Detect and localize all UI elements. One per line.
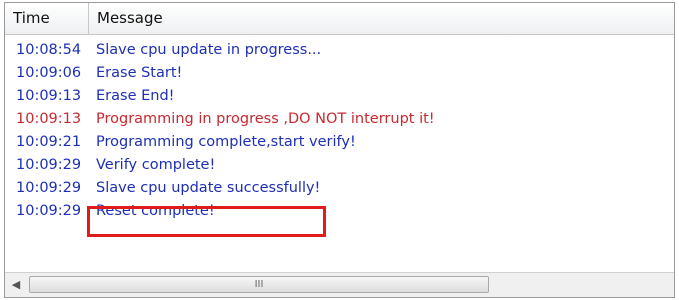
log-row-time: 10:09:06 [16, 65, 82, 81]
log-row-warning[interactable]: 10:09:13 Programming in progress ,DO NOT… [5, 108, 674, 131]
log-row[interactable]: 10:08:54 Slave cpu update in progress... [5, 39, 674, 62]
log-row[interactable]: 10:09:13 Erase End! [5, 85, 674, 108]
log-row-time: 10:09:29 [16, 180, 82, 196]
message-log-panel: Time Message 10:08:54 Slave cpu update i… [4, 2, 675, 298]
log-row-time: 10:09:13 [16, 88, 82, 104]
log-row-time: 10:09:13 [16, 111, 82, 127]
grip-icon: III [254, 279, 264, 290]
log-header: Time Message [5, 3, 674, 35]
log-rows: 10:08:54 Slave cpu update in progress...… [5, 39, 674, 223]
log-row[interactable]: 10:09:29 Reset complete! [5, 200, 674, 223]
log-row-message: Reset complete! [96, 203, 215, 219]
log-row-message: Slave cpu update successfully! [96, 180, 321, 196]
horizontal-scrollbar[interactable]: ◀ III [5, 272, 674, 297]
log-row[interactable]: 10:09:06 Erase Start! [5, 62, 674, 85]
log-row-time: 10:09:29 [16, 157, 82, 173]
log-row-message: Programming complete,start verify! [96, 134, 356, 150]
log-row-message: Slave cpu update in progress... [96, 42, 322, 58]
log-row[interactable]: 10:09:21 Programming complete,start veri… [5, 131, 674, 154]
log-row-time: 10:09:29 [16, 203, 82, 219]
log-row-message: Programming in progress ,DO NOT interrup… [96, 111, 435, 127]
log-row-message: Verify complete! [96, 157, 216, 173]
chevron-left-icon[interactable]: ◀ [7, 276, 25, 294]
column-header-message[interactable]: Message [89, 3, 674, 34]
log-row-highlighted[interactable]: 10:09:29 Slave cpu update successfully! [5, 177, 674, 200]
scrollbar-thumb[interactable]: III [29, 276, 489, 293]
log-row[interactable]: 10:09:29 Verify complete! [5, 154, 674, 177]
log-row-message: Erase Start! [96, 65, 183, 81]
log-row-time: 10:08:54 [16, 42, 82, 58]
log-row-time: 10:09:21 [16, 134, 82, 150]
column-header-time[interactable]: Time [5, 3, 89, 34]
log-row-message: Erase End! [96, 88, 175, 104]
